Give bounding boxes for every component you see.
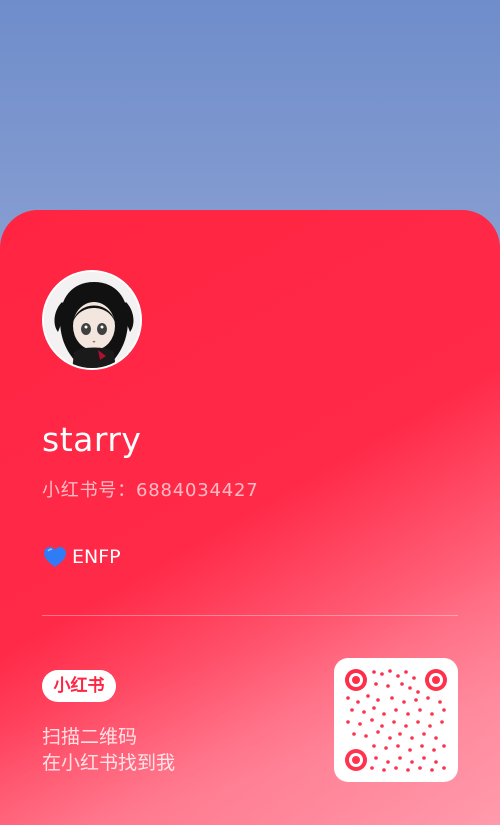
account-id: 小红书号：6884034427 [42, 480, 259, 501]
profile-card: starry 小红书号：6884034427 ENFP 小红书 扫描二维码 在小… [0, 210, 500, 825]
qr-code-icon [344, 668, 448, 772]
scan-instruction-line-1: 扫描二维码 [42, 726, 138, 748]
avatar-image [44, 272, 140, 368]
profile-name: starry [42, 420, 142, 459]
brand-badge: 小红书 [42, 670, 116, 702]
mbti-tag: ENFP [42, 545, 121, 569]
mbti-label: ENFP [72, 546, 121, 568]
qr-code[interactable] [334, 658, 458, 782]
divider [42, 615, 458, 616]
avatar[interactable] [42, 270, 142, 370]
scan-instruction-line-2: 在小红书找到我 [42, 752, 176, 774]
profile-card-screen: starry 小红书号：6884034427 ENFP 小红书 扫描二维码 在小… [0, 0, 500, 825]
blue-heart-icon [42, 545, 68, 569]
